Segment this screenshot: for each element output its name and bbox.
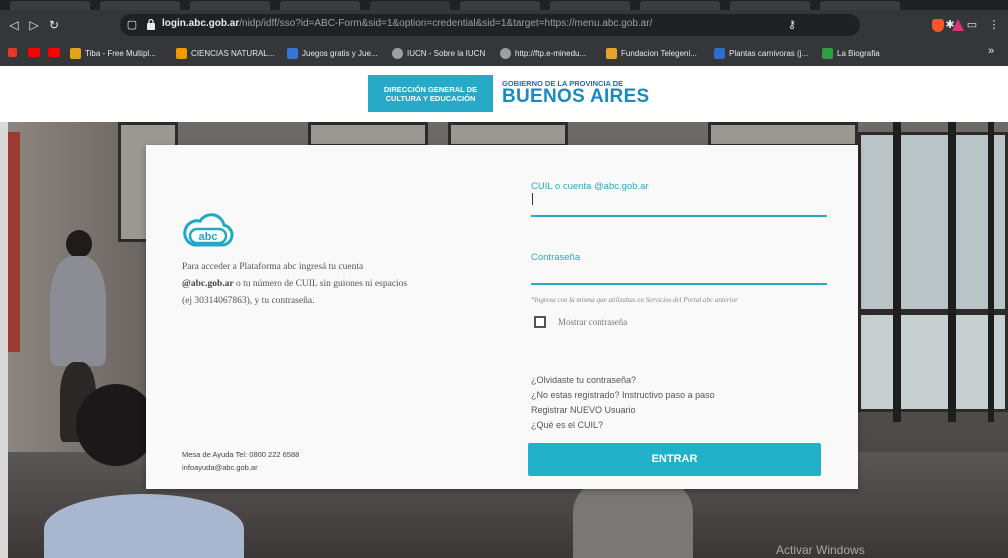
lock-icon <box>147 18 155 30</box>
browser-tab[interactable] <box>640 1 720 10</box>
dgce-logo[interactable]: DIRECCIÓN GENERAL DE CULTURA Y EDUCACIÓN <box>368 75 493 112</box>
intro-line-3: (ej 30314067863), y tu contraseña. <box>182 296 315 306</box>
bookmark-favicon <box>287 47 298 59</box>
menu-icon[interactable]: ⋮ <box>986 17 1002 33</box>
tab-strip <box>0 0 1008 10</box>
bookmark-favicon <box>714 47 725 59</box>
background-window-bar <box>948 122 956 422</box>
intro-line-2-text: o tu número de CUIL sin guiones ni espac… <box>233 279 408 289</box>
abc-logo-text: abc <box>199 231 218 243</box>
intro-line-1: Para acceder a Plataforma abc ingresá tu… <box>182 262 364 272</box>
bookmark-favicon <box>176 47 187 59</box>
bookmark-icon[interactable] <box>8 48 17 57</box>
what-is-cuil-link[interactable]: ¿Qué es el CUIL? <box>531 418 715 433</box>
password-field-label: Contraseña <box>531 252 581 263</box>
user-field-label: CUIL o cuenta @abc.gob.ar <box>531 181 649 192</box>
bookmark-item[interactable]: Tiba - Free Multipl... <box>70 46 156 60</box>
help-contact: Mesa de Ayuda Tel: 0800 222 6588 infoayu… <box>182 448 299 474</box>
province-logo: BUENOS AIRES <box>502 86 650 107</box>
background-window-bar <box>893 122 901 422</box>
activate-windows-watermark: Activar Windows <box>776 543 865 557</box>
background-person-head <box>76 384 156 466</box>
bookmark-favicon <box>70 47 81 59</box>
bookmark-page-icon[interactable]: ▢ <box>124 17 140 33</box>
bookmark-item[interactable]: Juegos gratis y Jue... <box>287 46 378 60</box>
background-person <box>50 256 106 366</box>
key-icon[interactable]: ⚷ <box>784 17 800 33</box>
background-window <box>308 122 428 147</box>
logo-line-2: CULTURA Y EDUCACIÓN <box>385 94 476 103</box>
site-header: DIRECCIÓN GENERAL DE CULTURA Y EDUCACIÓN… <box>0 66 1008 122</box>
browser-tab-active[interactable] <box>370 1 450 10</box>
extensions-icon[interactable]: ✱ <box>942 17 958 33</box>
browser-tab[interactable] <box>100 1 180 10</box>
intro-domain: @abc.gob.ar <box>182 279 234 289</box>
background-window <box>858 132 1008 312</box>
register-new-user-link[interactable]: Registrar NUEVO Usuario <box>531 403 715 418</box>
forward-icon[interactable]: ▷ <box>26 17 42 33</box>
password-hint: *Ingresa con la misma que utilizabas en … <box>531 296 738 304</box>
url-text: login.abc.gob.ar/nidp/idff/sso?id=ABC-Fo… <box>162 18 653 29</box>
bookmarks-bar: Tiba - Free Multipl... CIENCIAS NATURAL.… <box>0 40 1008 66</box>
background-person <box>44 494 244 558</box>
bookmark-item[interactable]: CIENCIAS NATURAL... <box>176 46 274 60</box>
user-input[interactable] <box>531 196 827 214</box>
browser-tab[interactable] <box>730 1 810 10</box>
login-button[interactable]: ENTRAR <box>528 443 821 476</box>
logo-line-1: DIRECCIÓN GENERAL DE <box>383 85 478 94</box>
bookmark-favicon <box>392 47 403 59</box>
help-email: infoayuda@abc.gob.ar <box>182 463 258 472</box>
browser-chrome: ◁ ▷ ↻ ▢ login.abc.gob.ar/nidp/idff/sso?i… <box>0 0 1008 66</box>
bookmark-item[interactable]: IUCN - Sobre la IUCN <box>392 46 485 60</box>
background-window <box>448 122 568 147</box>
bookmark-item[interactable]: Plantas carnivoras (j... <box>714 46 808 60</box>
text-caret <box>532 193 533 205</box>
user-field-underline <box>531 215 827 217</box>
password-field-underline <box>531 283 827 285</box>
browser-toolbar: ◁ ▷ ↻ ▢ login.abc.gob.ar/nidp/idff/sso?i… <box>0 10 1008 40</box>
registration-guide-link[interactable]: ¿No estas registrado? Instructivo paso a… <box>531 388 715 403</box>
login-intro-text: Para acceder a Plataforma abc ingresá tu… <box>182 259 472 310</box>
show-password-label: Mostrar contraseña <box>558 317 628 327</box>
background-window <box>858 312 1008 412</box>
abc-cloud-logo-icon: abc <box>183 213 234 247</box>
background-window-bar <box>988 122 994 422</box>
bookmark-item[interactable]: La Biografia <box>822 46 880 60</box>
background-window <box>708 122 858 147</box>
browser-tab[interactable] <box>820 1 900 10</box>
bookmark-favicon <box>822 47 833 59</box>
browser-tab[interactable] <box>280 1 360 10</box>
intro-line-2: @abc.gob.ar o tu número de CUIL sin guio… <box>182 276 472 293</box>
sidebar-icon[interactable]: ▭ <box>964 17 980 33</box>
bookmark-favicon <box>500 47 511 59</box>
background-person-head <box>66 230 92 258</box>
youtube-icon[interactable] <box>28 48 40 57</box>
bookmark-item[interactable]: Fundacion Telegeni... <box>606 46 697 60</box>
help-links: ¿Olvidaste tu contraseña? ¿No estas regi… <box>531 373 715 433</box>
login-card: abc Para acceder a Plataforma abc ingres… <box>146 145 858 489</box>
browser-tab[interactable] <box>10 1 90 10</box>
password-input[interactable] <box>531 264 827 282</box>
bookmark-item[interactable]: http://ftp.e-minedu... <box>500 46 586 60</box>
reload-icon[interactable]: ↻ <box>46 17 62 33</box>
address-bar[interactable]: ▢ login.abc.gob.ar/nidp/idff/sso?id=ABC-… <box>120 14 964 36</box>
help-phone: Mesa de Ayuda Tel: 0800 222 6588 <box>182 450 300 459</box>
forgot-password-link[interactable]: ¿Olvidaste tu contraseña? <box>531 373 715 388</box>
show-password-row[interactable]: Mostrar contraseña <box>534 316 627 328</box>
back-icon[interactable]: ◁ <box>6 17 22 33</box>
browser-tab[interactable] <box>460 1 540 10</box>
more-bookmarks-icon[interactable]: » <box>988 45 994 57</box>
show-password-checkbox[interactable] <box>534 316 546 328</box>
bookmark-favicon <box>606 47 617 59</box>
background-red-panel <box>8 132 20 352</box>
youtube-icon[interactable] <box>48 48 60 57</box>
browser-tab[interactable] <box>190 1 270 10</box>
browser-tab[interactable] <box>550 1 630 10</box>
